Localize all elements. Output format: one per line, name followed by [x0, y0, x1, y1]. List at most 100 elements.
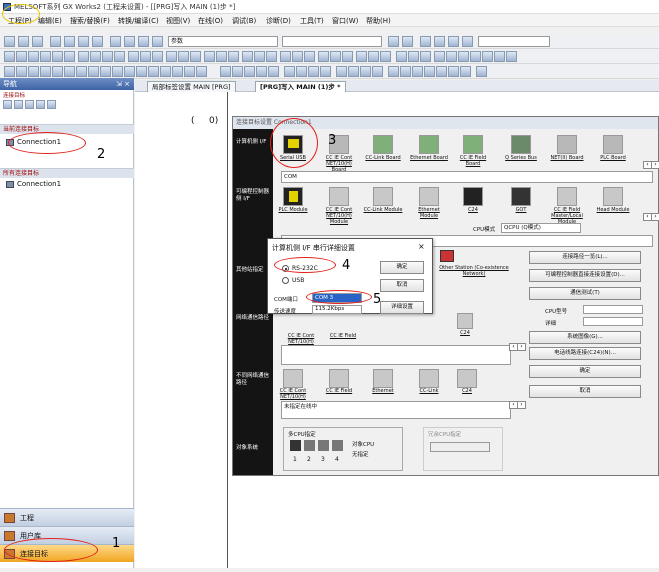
ladder-icon-20[interactable] — [242, 51, 253, 62]
ladder-icon-19[interactable] — [228, 51, 239, 62]
mon-icon-23[interactable] — [284, 66, 295, 77]
replace-icon[interactable] — [152, 36, 163, 47]
mon-icon-1[interactable] — [4, 66, 15, 77]
mon-icon-35[interactable] — [436, 66, 447, 77]
ladder-icon-34[interactable] — [420, 51, 431, 62]
c24-icon[interactable] — [463, 187, 483, 206]
param-combo-2[interactable] — [282, 36, 382, 47]
ladder-icon-38[interactable] — [470, 51, 481, 62]
ladder-icon-24[interactable] — [292, 51, 303, 62]
tool-icon-e[interactable] — [448, 36, 459, 47]
mon-icon-8[interactable] — [88, 66, 99, 77]
ladder-icon-17[interactable] — [204, 51, 215, 62]
popup-cancel-button[interactable]: 取消 — [380, 279, 424, 292]
dialog-cancel-button[interactable]: 取消 — [529, 385, 641, 398]
ladder-icon-2[interactable] — [16, 51, 27, 62]
ladder-icon-3[interactable] — [28, 51, 39, 62]
menu-debug[interactable]: 调试(B) — [232, 16, 256, 26]
ethernet-board-icon[interactable] — [419, 135, 439, 154]
dialog-ok-button[interactable]: 确定 — [529, 365, 641, 378]
ladder-icon-37[interactable] — [458, 51, 469, 62]
plc-scroll-right[interactable]: › — [651, 213, 659, 221]
ladder-icon-39[interactable] — [482, 51, 493, 62]
cpu2-icon[interactable] — [304, 440, 315, 451]
net2-board-icon[interactable] — [557, 135, 577, 154]
mon-icon-10[interactable] — [112, 66, 123, 77]
mon-icon-36[interactable] — [448, 66, 459, 77]
ladder-icon-15[interactable] — [178, 51, 189, 62]
find-icon[interactable] — [138, 36, 149, 47]
route-c24-icon[interactable] — [457, 313, 473, 329]
menu-view[interactable]: 视图(V) — [166, 16, 190, 26]
mon-icon-29[interactable] — [360, 66, 371, 77]
phone-line-button[interactable]: 电话线路连接(C24)(N)... — [529, 347, 641, 360]
ladder-icon-5[interactable] — [52, 51, 63, 62]
nav-tool-icon-4[interactable] — [36, 100, 45, 109]
mon-icon-12[interactable] — [136, 66, 147, 77]
ladder-icon-35[interactable] — [434, 51, 445, 62]
mon-icon-7[interactable] — [76, 66, 87, 77]
ladder-icon-7[interactable] — [78, 51, 89, 62]
mon-icon-21[interactable] — [256, 66, 267, 77]
menu-diagnose[interactable]: 诊断(D) — [266, 16, 291, 26]
cut-icon[interactable] — [64, 36, 75, 47]
ladder-icon-31[interactable] — [380, 51, 391, 62]
other-station-icon[interactable] — [440, 250, 454, 262]
menu-edit[interactable]: 编辑(E) — [38, 16, 62, 26]
menu-search[interactable]: 搜索/替换(F) — [70, 16, 110, 26]
coex-scroll-right[interactable]: › — [517, 401, 526, 409]
coex-cc-link-icon[interactable] — [419, 369, 439, 388]
open-icon[interactable] — [18, 36, 29, 47]
mon-icon-22[interactable] — [268, 66, 279, 77]
connection-list-button[interactable]: 连接路径一览(L)... — [529, 251, 641, 264]
mon-icon-14[interactable] — [160, 66, 171, 77]
mon-icon-26[interactable] — [320, 66, 331, 77]
copy-icon[interactable] — [78, 36, 89, 47]
ladder-icon-22[interactable] — [266, 51, 277, 62]
connection-test-button[interactable]: 通信测试(T) — [529, 287, 641, 300]
redo-icon[interactable] — [124, 36, 135, 47]
mon-icon-33[interactable] — [412, 66, 423, 77]
cpu4-icon[interactable] — [332, 440, 343, 451]
tool-icon-d[interactable] — [434, 36, 445, 47]
ladder-icon-12[interactable] — [140, 51, 151, 62]
ladder-icon-23[interactable] — [280, 51, 291, 62]
ladder-icon-41[interactable] — [506, 51, 517, 62]
mon-icon-32[interactable] — [400, 66, 411, 77]
nav-pin-close[interactable]: ⇲ × — [116, 78, 130, 90]
ladder-icon-14[interactable] — [166, 51, 177, 62]
head-module-icon[interactable] — [603, 187, 623, 206]
ladder-icon-18[interactable] — [216, 51, 227, 62]
undo-icon[interactable] — [110, 36, 121, 47]
new-icon[interactable] — [4, 36, 15, 47]
mon-icon-19[interactable] — [232, 66, 243, 77]
ladder-icon-21[interactable] — [254, 51, 265, 62]
system-image-button[interactable]: 系统图像(G)... — [529, 331, 641, 344]
mon-icon-28[interactable] — [348, 66, 359, 77]
mon-icon-4[interactable] — [40, 66, 51, 77]
param-combo[interactable]: 参数 — [168, 36, 278, 47]
mon-icon-6[interactable] — [64, 66, 75, 77]
tool-icon-a[interactable] — [388, 36, 399, 47]
plc-board-icon[interactable] — [603, 135, 623, 154]
mon-icon-13[interactable] — [148, 66, 159, 77]
mon-icon-15[interactable] — [172, 66, 183, 77]
nav-button-project[interactable]: 工程 — [0, 508, 134, 526]
ladder-icon-33[interactable] — [408, 51, 419, 62]
ladder-icon-30[interactable] — [368, 51, 379, 62]
language-combo[interactable] — [478, 36, 550, 47]
q-series-bus-icon[interactable] — [511, 135, 531, 154]
tool-icon-b[interactable] — [402, 36, 413, 47]
coex-cc-ie-field-icon[interactable] — [329, 369, 349, 388]
menu-help[interactable]: 帮助(H) — [366, 16, 391, 26]
save-icon[interactable] — [32, 36, 43, 47]
menu-online[interactable]: 在线(O) — [198, 16, 223, 26]
ladder-icon-4[interactable] — [40, 51, 51, 62]
direct-connect-button[interactable]: 可编程控制器直接连接设置(D)... — [529, 269, 641, 282]
cpu-mode-select[interactable]: QCPU (Q模式) — [501, 223, 581, 233]
tab-local-label[interactable]: 局部标签设置 MAIN [PRG] — [147, 81, 236, 92]
cc-link-board-icon[interactable] — [373, 135, 393, 154]
usb-radio[interactable] — [282, 277, 289, 284]
mon-icon-16[interactable] — [184, 66, 195, 77]
plc-module-icon[interactable] — [283, 187, 303, 206]
